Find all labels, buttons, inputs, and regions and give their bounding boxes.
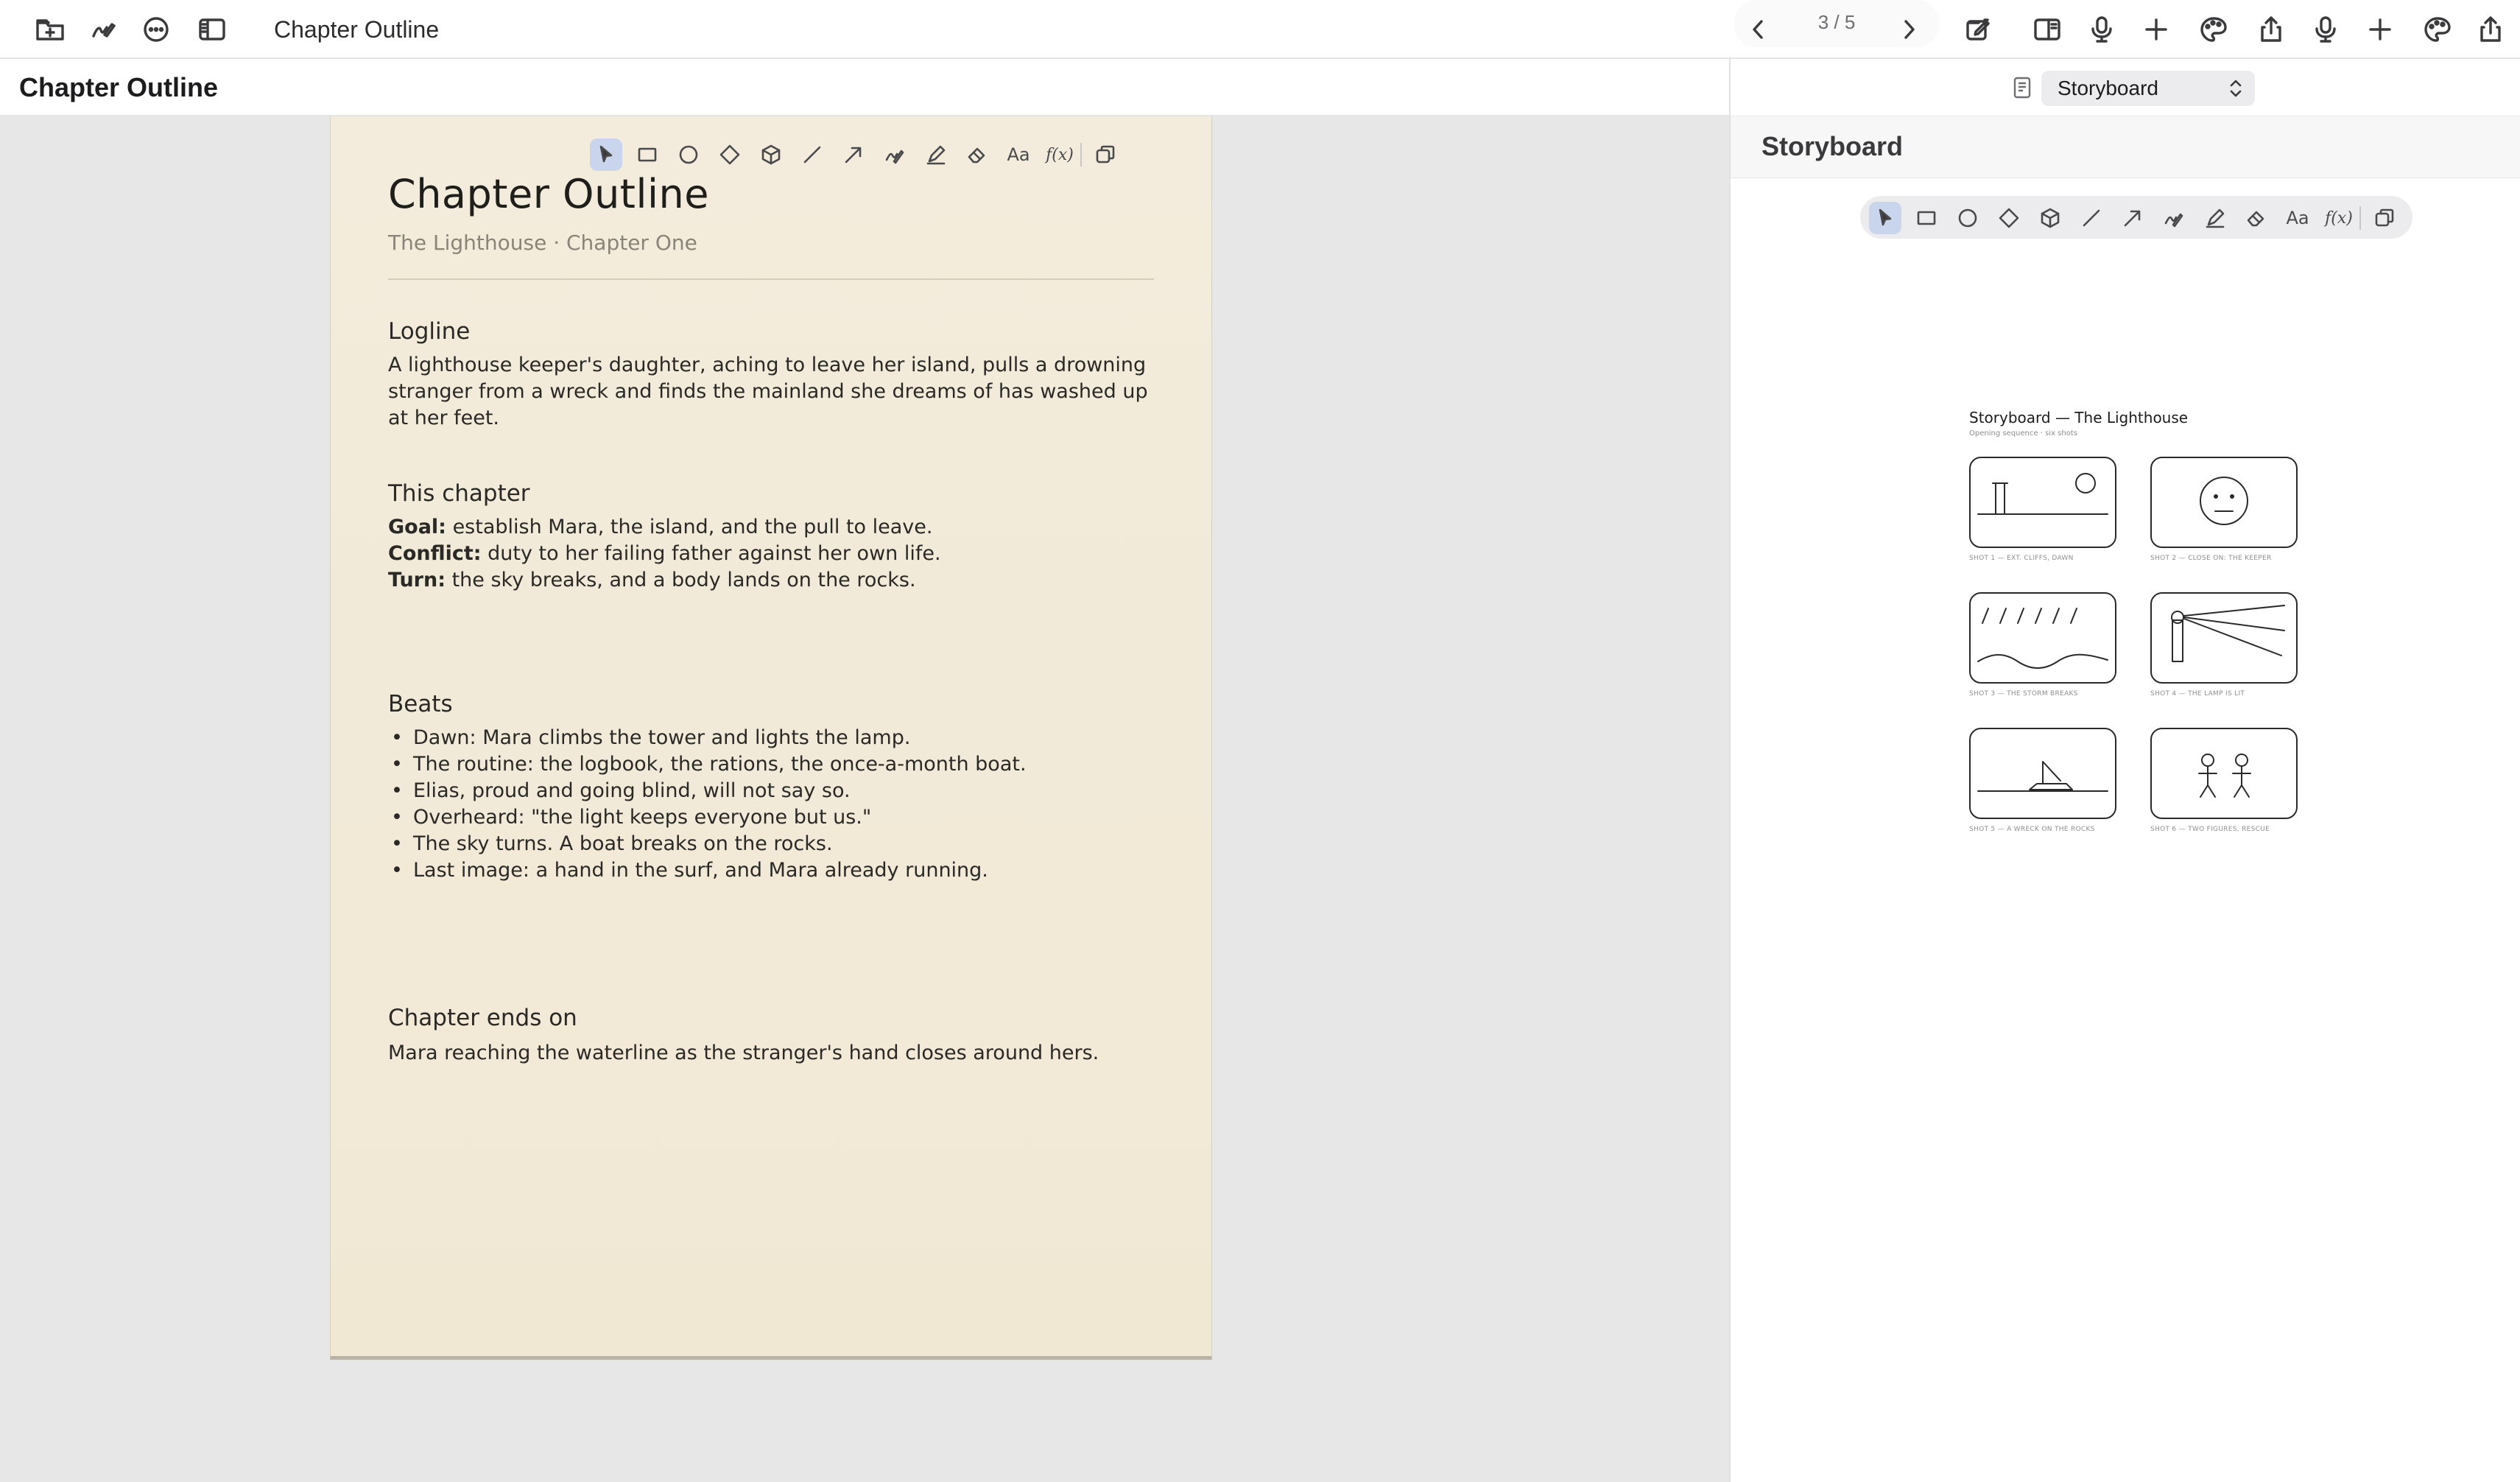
- storyboard-title: Storyboard — The Lighthouse: [1969, 409, 2189, 426]
- shot-caption: SHOT 4 — THE LAMP IS LIT: [2150, 690, 2245, 698]
- chapter-heading: This chapter: [388, 480, 530, 507]
- more-icon[interactable]: [133, 6, 180, 53]
- microphone-icon-2[interactable]: [2302, 6, 2349, 53]
- pen-tool-icon[interactable]: [920, 138, 952, 171]
- note-title: Chapter Outline: [19, 72, 219, 102]
- plus-icon[interactable]: [2133, 6, 2180, 53]
- storyboard-canvas[interactable]: Storyboard — The Lighthouse Opening sequ…: [1731, 59, 2520, 1482]
- list-item: The sky turns. A boat breaks on the rock…: [388, 831, 1169, 857]
- shot-caption: SHOT 1 — EXT. CLIFFS, DAWN: [1969, 555, 2074, 562]
- ellipse-tool-icon[interactable]: [672, 138, 705, 171]
- list-item: The routine: the logbook, the rations, t…: [388, 751, 1169, 778]
- ends-text: Mara reaching the waterline as the stran…: [388, 1042, 1099, 1064]
- goal-label: Goal:: [388, 516, 446, 538]
- rectangle-tool-icon[interactable]: [631, 138, 664, 171]
- drawing-canvas[interactable]: Aa f(x) Chapter Outline The Lighthouse ·…: [0, 116, 1729, 1482]
- list-item: Elias, proud and going blind, will not s…: [388, 778, 1169, 804]
- left-pane-header: Chapter Outline: [0, 59, 1729, 116]
- cube-tool-icon[interactable]: [755, 138, 787, 171]
- top-toolbar: Chapter Outline 3 / 5: [0, 0, 2520, 59]
- list-item: Overheard: "the light keeps everyone but…: [388, 804, 1169, 831]
- logline-text: A lighthouse keeper's daughter, aching t…: [388, 354, 1148, 429]
- eraser-tool-icon[interactable]: [961, 138, 993, 171]
- diamond-tool-icon[interactable]: [714, 138, 746, 171]
- arrow-tool-icon[interactable]: [837, 138, 870, 171]
- window-title: Chapter Outline: [274, 16, 440, 43]
- storyboard-panel-5[interactable]: [1969, 728, 2116, 819]
- storyboard-panel-6[interactable]: [2150, 728, 2298, 819]
- conflict-line: Conflict: duty to her failing father aga…: [388, 541, 1169, 567]
- ends-heading: Chapter ends on: [388, 1005, 577, 1031]
- turn-label: Turn:: [388, 569, 446, 591]
- storyboard-panel-3[interactable]: [1969, 592, 2116, 684]
- text-tool-icon[interactable]: Aa: [1002, 138, 1035, 171]
- storyboard-subtitle: Opening sequence · six shots: [1969, 429, 2077, 438]
- page-indicator: 3 / 5: [1817, 11, 1856, 33]
- shot-caption: SHOT 2 — CLOSE ON: THE KEEPER: [2150, 555, 2272, 562]
- storyboard-panel-4[interactable]: [2150, 592, 2298, 684]
- divider: [388, 278, 1154, 280]
- chevron-right-icon[interactable]: [1885, 6, 1932, 53]
- shot-caption: SHOT 6 — TWO FIGURES, RESCUE: [2150, 826, 2270, 833]
- duplicate-icon[interactable]: [1089, 138, 1122, 171]
- scribble-tool-icon[interactable]: [879, 138, 911, 171]
- goal-line: Goal: establish Mara, the island, and th…: [388, 514, 1169, 541]
- logline-heading: Logline: [388, 318, 471, 345]
- shot-caption: SHOT 3 — THE STORM BREAKS: [1969, 690, 2078, 698]
- document-subtitle: The Lighthouse · Chapter One: [388, 231, 697, 255]
- list-item: Last image: a hand in the surf, and Mara…: [388, 857, 1169, 884]
- new-folder-icon[interactable]: [27, 6, 74, 53]
- shot-caption: SHOT 5 — A WRECK ON THE ROCKS: [1969, 826, 2095, 833]
- microphone-icon[interactable]: [2078, 6, 2125, 53]
- sidebar-icon[interactable]: [189, 6, 236, 53]
- split-view-icon[interactable]: [2024, 6, 2071, 53]
- compose-icon[interactable]: [1954, 6, 2002, 53]
- paper-page[interactable]: Aa f(x) Chapter Outline The Lighthouse ·…: [330, 116, 1212, 1360]
- palette-icon-2[interactable]: [2414, 6, 2461, 53]
- formula-tool-icon[interactable]: f(x): [1043, 138, 1076, 171]
- right-pane: Storyboard Storyboard Aa f(x) Storyboard…: [1729, 59, 2520, 1482]
- share-icon[interactable]: [2248, 6, 2295, 53]
- beats-list: Dawn: Mara climbs the tower and lights t…: [388, 725, 1169, 884]
- storyboard-panel-1[interactable]: [1969, 457, 2116, 548]
- document-title: Chapter Outline: [388, 171, 709, 217]
- turn-line: Turn: the sky breaks, and a body lands o…: [388, 567, 1169, 594]
- palette-icon[interactable]: [2190, 6, 2237, 53]
- scribble-pen-icon[interactable]: [80, 6, 127, 53]
- beats-heading: Beats: [388, 691, 453, 717]
- select-pointer-icon[interactable]: [590, 138, 622, 171]
- turn-text: the sky breaks, and a body lands on the …: [446, 569, 916, 591]
- list-item: Dawn: Mara climbs the tower and lights t…: [388, 725, 1169, 751]
- conflict-text: duty to her failing father against her o…: [481, 542, 941, 565]
- conflict-label: Conflict:: [388, 542, 482, 565]
- storyboard-panel-2[interactable]: [2150, 457, 2298, 548]
- goal-text: establish Mara, the island, and the pull…: [446, 516, 933, 538]
- line-tool-icon[interactable]: [796, 138, 828, 171]
- chevron-left-icon[interactable]: [1735, 6, 1782, 53]
- share-icon-2[interactable]: [2467, 6, 2514, 53]
- plus-icon-2[interactable]: [2357, 6, 2404, 53]
